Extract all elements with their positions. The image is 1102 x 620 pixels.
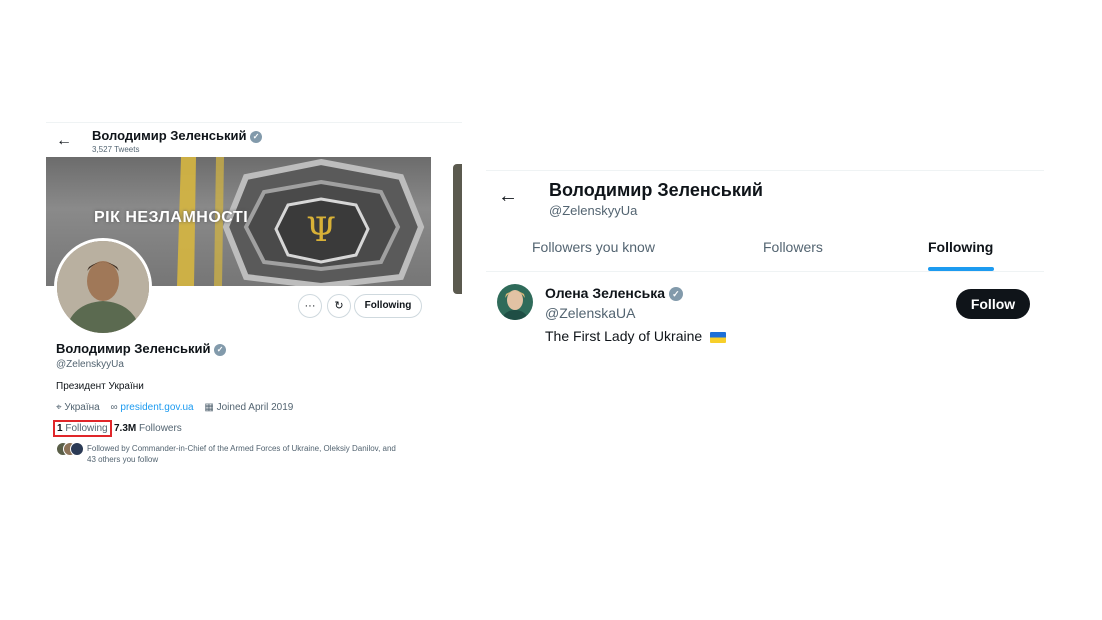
user-avatar-portrait — [497, 284, 533, 320]
adjacent-image-strip — [453, 164, 462, 294]
verified-badge-icon: ✓ — [214, 343, 227, 356]
profile-meta-row: ⌖ Україна ∞ president.gov.ua ▦ Joined Ap… — [56, 402, 293, 413]
user-bio-row: The First Lady of Ukraine — [545, 328, 727, 344]
followed-by-text[interactable]: Followed by Commander-in-Chief of the Ar… — [87, 443, 459, 465]
header-name: Володимир Зеленський — [92, 128, 247, 143]
following-button[interactable]: Following — [354, 294, 422, 318]
more-options-button[interactable]: ··· — [298, 294, 322, 318]
following-label: Following — [65, 423, 108, 434]
profile-name-row: Володимир Зеленський ✓ — [56, 341, 227, 356]
mutual-followers-avatars — [56, 442, 84, 456]
back-arrow-icon[interactable]: ← — [56, 132, 72, 150]
profile-handle: @ZelenskyyUa — [56, 359, 124, 370]
followers-count-link[interactable]: 7.3M Followers — [114, 423, 182, 434]
verified-badge-icon: ✓ — [250, 130, 263, 143]
location-pin-icon: ⌖ — [56, 402, 62, 413]
follow-button[interactable]: Follow — [956, 289, 1030, 319]
user-avatar[interactable] — [497, 284, 533, 320]
back-arrow-icon[interactable]: ← — [498, 185, 518, 208]
followers-count: 7.3M — [114, 423, 137, 434]
calendar-icon: ▦ — [204, 402, 214, 413]
user-name: Олена Зеленська — [545, 285, 666, 301]
header-name-row: Володимир Зеленський ✓ — [92, 128, 263, 143]
profile-avatar[interactable] — [54, 238, 152, 336]
tweet-count: 3,527 Tweets — [92, 145, 140, 154]
verified-badge-icon: ✓ — [668, 287, 683, 302]
svg-text:Ψ: Ψ — [306, 210, 336, 250]
location-text: Україна — [64, 402, 100, 413]
user-bio: The First Lady of Ukraine — [545, 328, 703, 344]
page-subtitle-handle: @ZelenskyyUa — [549, 203, 638, 218]
following-list-panel: ← Володимир Зеленський @ZelenskyyUa Foll… — [486, 170, 1046, 370]
profile-name: Володимир Зеленський — [56, 341, 211, 356]
banner-text: РІК НЕЗЛАМНОСТІ — [94, 209, 249, 226]
user-handle: @ZelenskaUA — [545, 305, 636, 321]
following-count: 1 — [57, 423, 63, 434]
ukraine-flag-icon — [710, 331, 727, 343]
tab-followers-you-know[interactable]: Followers you know — [532, 239, 655, 255]
followed-by-line-1: Followed by Commander-in-Chief of the Ar… — [87, 444, 396, 453]
tab-followers[interactable]: Followers — [763, 239, 823, 255]
avatar-portrait — [57, 241, 149, 333]
profile-page-panel: ← Володимир Зеленський ✓ 3,527 Tweets Ψ … — [46, 122, 462, 482]
notifications-bell-icon[interactable]: ↻ — [327, 294, 351, 318]
user-name-row[interactable]: Олена Зеленська ✓ — [545, 285, 683, 302]
followers-label: Followers — [139, 423, 182, 434]
following-count-link[interactable]: 1 Following — [53, 420, 112, 437]
profile-bio: Президент України — [56, 381, 144, 392]
tabs-divider — [486, 271, 1044, 272]
website-link[interactable]: president.gov.ua — [120, 402, 193, 413]
top-divider — [46, 122, 462, 123]
followed-by-line-2: 43 others you follow — [87, 455, 159, 464]
top-divider — [486, 170, 1044, 171]
tab-following[interactable]: Following — [928, 239, 993, 255]
page-title: Володимир Зеленський — [549, 180, 763, 200]
joined-date: Joined April 2019 — [216, 402, 294, 413]
link-icon: ∞ — [110, 402, 118, 413]
